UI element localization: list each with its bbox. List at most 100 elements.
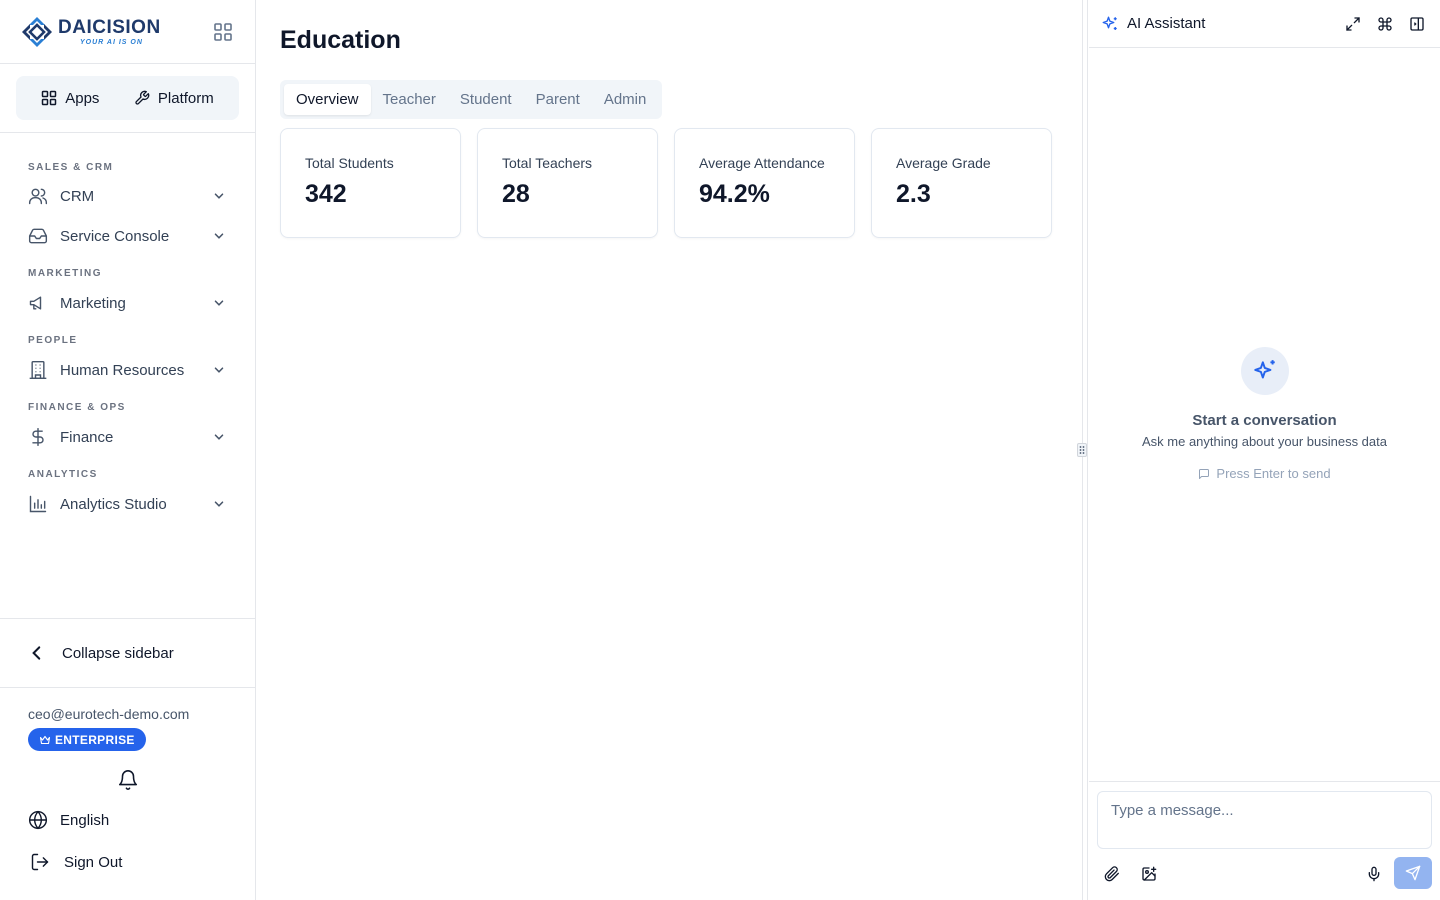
brand-logo[interactable]: DAICISION YOUR AI IS ON [20, 15, 161, 49]
language-label: English [60, 811, 110, 829]
sidebar-item-label: Human Resources [60, 361, 185, 379]
users-icon [28, 186, 48, 206]
platform-button[interactable]: Platform [126, 84, 222, 113]
apps-button[interactable]: Apps [33, 84, 107, 113]
language-selector[interactable]: English [28, 810, 109, 830]
stat-value: 342 [305, 180, 347, 208]
wrench-icon [135, 90, 150, 105]
send-hint: Press Enter to send [1089, 466, 1440, 481]
expand-button[interactable] [1342, 13, 1364, 35]
sign-out-button[interactable]: Sign Out [30, 852, 122, 872]
stat-label: Total Students [305, 155, 394, 171]
chevron-down-icon [211, 295, 227, 311]
app-grid-button[interactable] [211, 20, 235, 44]
sidebar-item-label: Analytics Studio [60, 495, 167, 513]
inbox-icon [28, 226, 48, 246]
page-title: Education [280, 26, 401, 54]
platform-label: Platform [157, 89, 214, 107]
send-hint-label: Press Enter to send [1216, 466, 1331, 481]
chevron-down-icon [211, 429, 227, 445]
image-button[interactable] [1138, 863, 1160, 885]
collapse-sidebar-button[interactable]: Collapse sidebar [0, 618, 255, 688]
globe-icon [28, 810, 48, 830]
sidebar-item-finance[interactable]: Finance [0, 424, 255, 450]
sidebar-item-service-console[interactable]: Service Console [0, 223, 255, 249]
sparkles-icon [1102, 16, 1117, 30]
brand-tagline: YOUR AI IS ON [80, 38, 143, 46]
send-icon [1405, 865, 1421, 881]
sparkles-icon [1253, 360, 1275, 379]
mode-switcher-wrap: Apps Platform [0, 64, 255, 133]
sign-out-label: Sign Out [64, 853, 123, 871]
tab-teacher[interactable]: Teacher [371, 84, 448, 115]
logo-row: DAICISION YOUR AI IS ON [0, 0, 255, 64]
tab-bar: Overview Teacher Student Parent Admin [280, 80, 663, 119]
panel-right-icon [1410, 16, 1424, 31]
section-label-analytics: ANALYTICS [28, 469, 98, 480]
maximize-icon [1346, 16, 1360, 31]
sidebar-item-label: CRM [60, 187, 95, 205]
tab-parent[interactable]: Parent [524, 84, 592, 115]
empty-state-title: Start a conversation [1192, 412, 1337, 429]
plan-badge: ENTERPRISE [28, 728, 146, 751]
stat-value: 2.3 [896, 180, 931, 208]
mode-switcher: Apps Platform [16, 76, 239, 120]
stat-card-total-teachers: Total Teachers 28 [477, 128, 658, 238]
sidebar-item-crm[interactable]: CRM [0, 183, 255, 209]
section-label-finance-ops: FINANCE & OPS [28, 402, 126, 413]
message-composer [1089, 781, 1440, 900]
sidebar-item-human-resources[interactable]: Human Resources [0, 357, 255, 383]
apps-label: Apps [65, 89, 100, 107]
empty-state-subtitle: Ask me anything about your business data [1142, 434, 1387, 449]
log-out-icon [31, 853, 49, 871]
assistant-header: AI Assistant [1089, 0, 1440, 48]
sidebar-item-analytics-studio[interactable]: Analytics Studio [0, 491, 255, 517]
chevron-down-icon [211, 188, 227, 204]
user-email: ceo@eurotech-demo.com [28, 706, 190, 722]
grid-icon [214, 22, 232, 41]
send-button[interactable] [1394, 857, 1432, 889]
panel-toggle-button[interactable] [1406, 13, 1428, 35]
grip-vertical-icon [1079, 446, 1085, 454]
sidebar-item-label: Service Console [60, 227, 170, 245]
voice-input-button[interactable] [1363, 863, 1385, 885]
stats-cards: Total Students 342 Total Teachers 28 Ave… [280, 128, 1052, 238]
dollar-icon [28, 427, 48, 447]
sidebar: DAICISION YOUR AI IS ON Apps Platform SA… [0, 0, 256, 900]
resize-handle[interactable] [1077, 443, 1087, 457]
chevron-left-icon [32, 646, 41, 660]
sidebar-item-label: Marketing [60, 294, 126, 312]
stat-label: Total Teachers [502, 155, 593, 171]
stat-card-total-students: Total Students 342 [280, 128, 461, 238]
stat-card-average-attendance: Average Attendance 94.2% [674, 128, 855, 238]
command-button[interactable] [1374, 13, 1396, 35]
attach-button[interactable] [1101, 863, 1123, 885]
assistant-title: AI Assistant [1127, 15, 1206, 32]
stat-label: Average Grade [896, 155, 991, 171]
sidebar-item-label: Finance [60, 428, 114, 446]
megaphone-icon [28, 293, 48, 313]
section-label-people: PEOPLE [28, 335, 78, 346]
command-icon [1378, 16, 1392, 31]
tab-admin[interactable]: Admin [592, 84, 659, 115]
brand-name: DAICISION [58, 16, 161, 38]
section-label-sales-crm: SALES & CRM [28, 162, 114, 173]
bell-icon [118, 770, 138, 790]
ai-assistant-panel: AI Assistant Start a conversation Ask me… [1089, 0, 1440, 900]
image-plus-icon [1142, 866, 1157, 881]
stat-value: 28 [502, 180, 530, 208]
tab-overview[interactable]: Overview [284, 84, 371, 115]
bar-chart-icon [28, 494, 48, 514]
sidebar-item-marketing[interactable]: Marketing [0, 290, 255, 316]
plan-label: ENTERPRISE [55, 732, 135, 747]
message-input[interactable] [1097, 791, 1432, 849]
stat-card-average-grade: Average Grade 2.3 [871, 128, 1052, 238]
message-square-icon [1199, 468, 1210, 479]
collapse-sidebar-label: Collapse sidebar [62, 644, 174, 662]
empty-state: Start a conversation Ask me anything abo… [1089, 347, 1440, 481]
chevron-down-icon [211, 496, 227, 512]
tab-student[interactable]: Student [448, 84, 524, 115]
sidebar-nav: SALES & CRM CRM Service Console MARKETIN… [0, 133, 255, 517]
main-content: Education Overview Teacher Student Paren… [256, 0, 1082, 900]
notifications-button[interactable] [117, 769, 139, 791]
